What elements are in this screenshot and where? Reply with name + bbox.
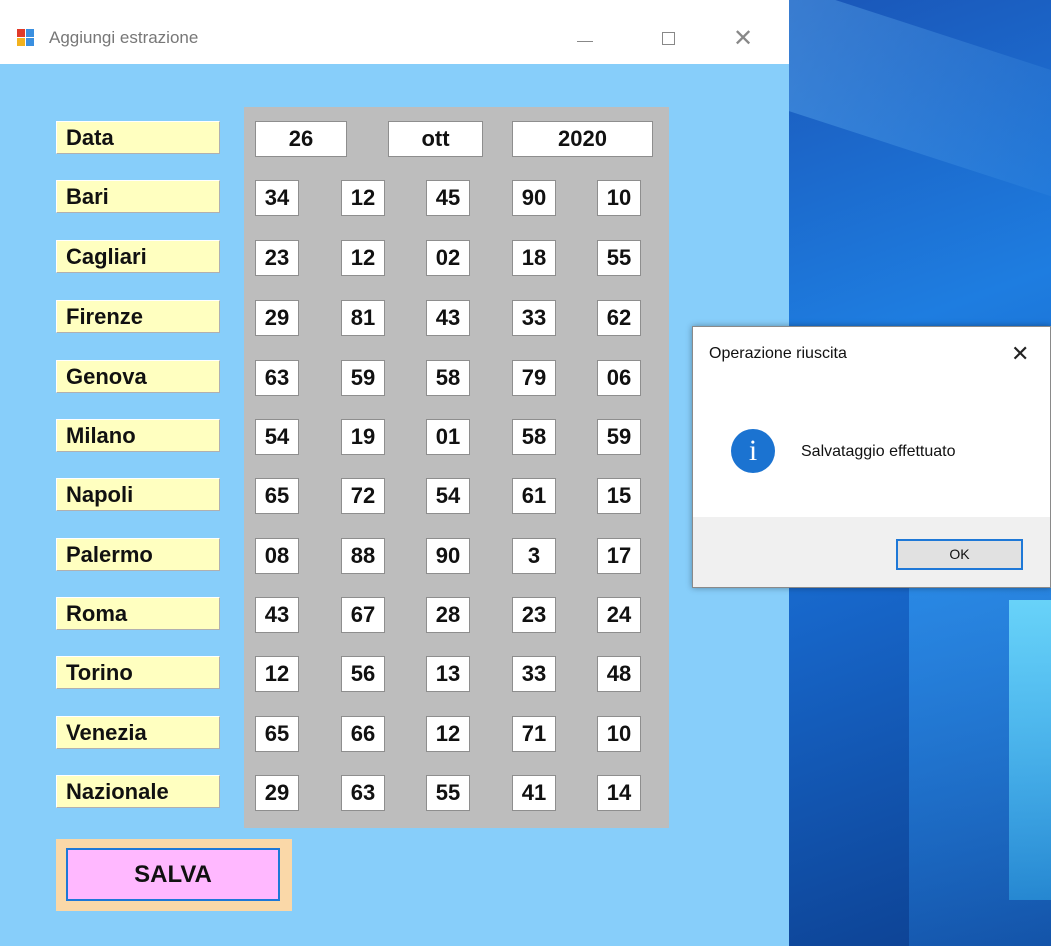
number-field[interactable]: 55 xyxy=(426,775,470,811)
number-field[interactable]: 59 xyxy=(341,360,385,396)
number-field[interactable]: 18 xyxy=(512,240,556,276)
minimize-icon xyxy=(577,40,593,42)
number-field[interactable]: 02 xyxy=(426,240,470,276)
wheel-label-firenze: Firenze xyxy=(56,300,220,333)
wheel-label-cagliari: Cagliari xyxy=(56,240,220,273)
number-field[interactable]: 90 xyxy=(426,538,470,574)
wheel-label-genova: Genova xyxy=(56,360,220,393)
date-label: Data xyxy=(56,121,220,154)
title-bar: Aggiungi estrazione ✕ xyxy=(0,0,789,64)
app-icon xyxy=(17,29,35,47)
number-field[interactable]: 88 xyxy=(341,538,385,574)
number-field[interactable]: 65 xyxy=(255,478,299,514)
close-button[interactable]: ✕ xyxy=(720,20,766,56)
close-icon: ✕ xyxy=(732,24,754,52)
number-field[interactable]: 58 xyxy=(426,360,470,396)
number-field[interactable]: 45 xyxy=(426,180,470,216)
dialog-close-button[interactable]: ✕ xyxy=(1011,341,1029,367)
number-field[interactable]: 29 xyxy=(255,775,299,811)
main-window: Aggiungi estrazione ✕ Data 26 ott 2020 Bari 3… xyxy=(0,0,789,946)
number-field[interactable]: 34 xyxy=(255,180,299,216)
number-field[interactable]: 58 xyxy=(512,419,556,455)
maximize-icon xyxy=(661,31,675,45)
wheel-label-bari: Bari xyxy=(56,180,220,213)
number-field[interactable]: 12 xyxy=(341,180,385,216)
number-field[interactable]: 66 xyxy=(341,716,385,752)
number-field[interactable]: 62 xyxy=(597,300,641,336)
wheel-label-torino: Torino xyxy=(56,656,220,689)
number-field[interactable]: 17 xyxy=(597,538,641,574)
number-field[interactable]: 3 xyxy=(512,538,556,574)
day-field[interactable]: 26 xyxy=(255,121,347,157)
ok-button[interactable]: OK xyxy=(896,539,1023,570)
number-field[interactable]: 65 xyxy=(255,716,299,752)
number-field[interactable]: 01 xyxy=(426,419,470,455)
number-field[interactable]: 23 xyxy=(512,597,556,633)
number-field[interactable]: 12 xyxy=(426,716,470,752)
number-field[interactable]: 33 xyxy=(512,656,556,692)
number-field[interactable]: 12 xyxy=(255,656,299,692)
number-field[interactable]: 48 xyxy=(597,656,641,692)
number-field[interactable]: 24 xyxy=(597,597,641,633)
number-field[interactable]: 54 xyxy=(255,419,299,455)
number-field[interactable]: 72 xyxy=(341,478,385,514)
message-dialog: Operazione riuscita ✕ i Salvataggio effe… xyxy=(692,326,1051,588)
number-field[interactable]: 08 xyxy=(255,538,299,574)
maximize-button[interactable] xyxy=(645,20,691,56)
number-field[interactable]: 41 xyxy=(512,775,556,811)
number-field[interactable]: 23 xyxy=(255,240,299,276)
number-field[interactable]: 43 xyxy=(426,300,470,336)
month-field[interactable]: ott xyxy=(388,121,483,157)
number-field[interactable]: 71 xyxy=(512,716,556,752)
wheel-label-napoli: Napoli xyxy=(56,478,220,511)
number-field[interactable]: 61 xyxy=(512,478,556,514)
number-field[interactable]: 33 xyxy=(512,300,556,336)
number-field[interactable]: 81 xyxy=(341,300,385,336)
year-field[interactable]: 2020 xyxy=(512,121,653,157)
number-field[interactable]: 13 xyxy=(426,656,470,692)
wheel-label-venezia: Venezia xyxy=(56,716,220,749)
number-field[interactable]: 06 xyxy=(597,360,641,396)
number-field[interactable]: 79 xyxy=(512,360,556,396)
number-field[interactable]: 63 xyxy=(341,775,385,811)
number-field[interactable]: 28 xyxy=(426,597,470,633)
number-field[interactable]: 54 xyxy=(426,478,470,514)
number-field[interactable]: 15 xyxy=(597,478,641,514)
number-field[interactable]: 29 xyxy=(255,300,299,336)
number-field[interactable]: 10 xyxy=(597,716,641,752)
number-field[interactable]: 43 xyxy=(255,597,299,633)
number-field[interactable]: 56 xyxy=(341,656,385,692)
wheel-label-nazionale: Nazionale xyxy=(56,775,220,808)
number-field[interactable]: 67 xyxy=(341,597,385,633)
dialog-message: Salvataggio effettuato xyxy=(801,443,956,460)
number-field[interactable]: 12 xyxy=(341,240,385,276)
number-field[interactable]: 59 xyxy=(597,419,641,455)
wheel-label-palermo: Palermo xyxy=(56,538,220,571)
window-title: Aggiungi estrazione xyxy=(49,28,199,47)
dialog-title: Operazione riuscita xyxy=(709,345,847,362)
number-field[interactable]: 90 xyxy=(512,180,556,216)
wheel-label-milano: Milano xyxy=(56,419,220,452)
minimize-button[interactable] xyxy=(562,20,608,56)
number-field[interactable]: 19 xyxy=(341,419,385,455)
save-button[interactable]: SALVA xyxy=(66,848,280,901)
number-field[interactable]: 10 xyxy=(597,180,641,216)
wheel-label-roma: Roma xyxy=(56,597,220,630)
number-field[interactable]: 55 xyxy=(597,240,641,276)
number-field[interactable]: 14 xyxy=(597,775,641,811)
number-field[interactable]: 63 xyxy=(255,360,299,396)
info-icon: i xyxy=(731,429,775,473)
